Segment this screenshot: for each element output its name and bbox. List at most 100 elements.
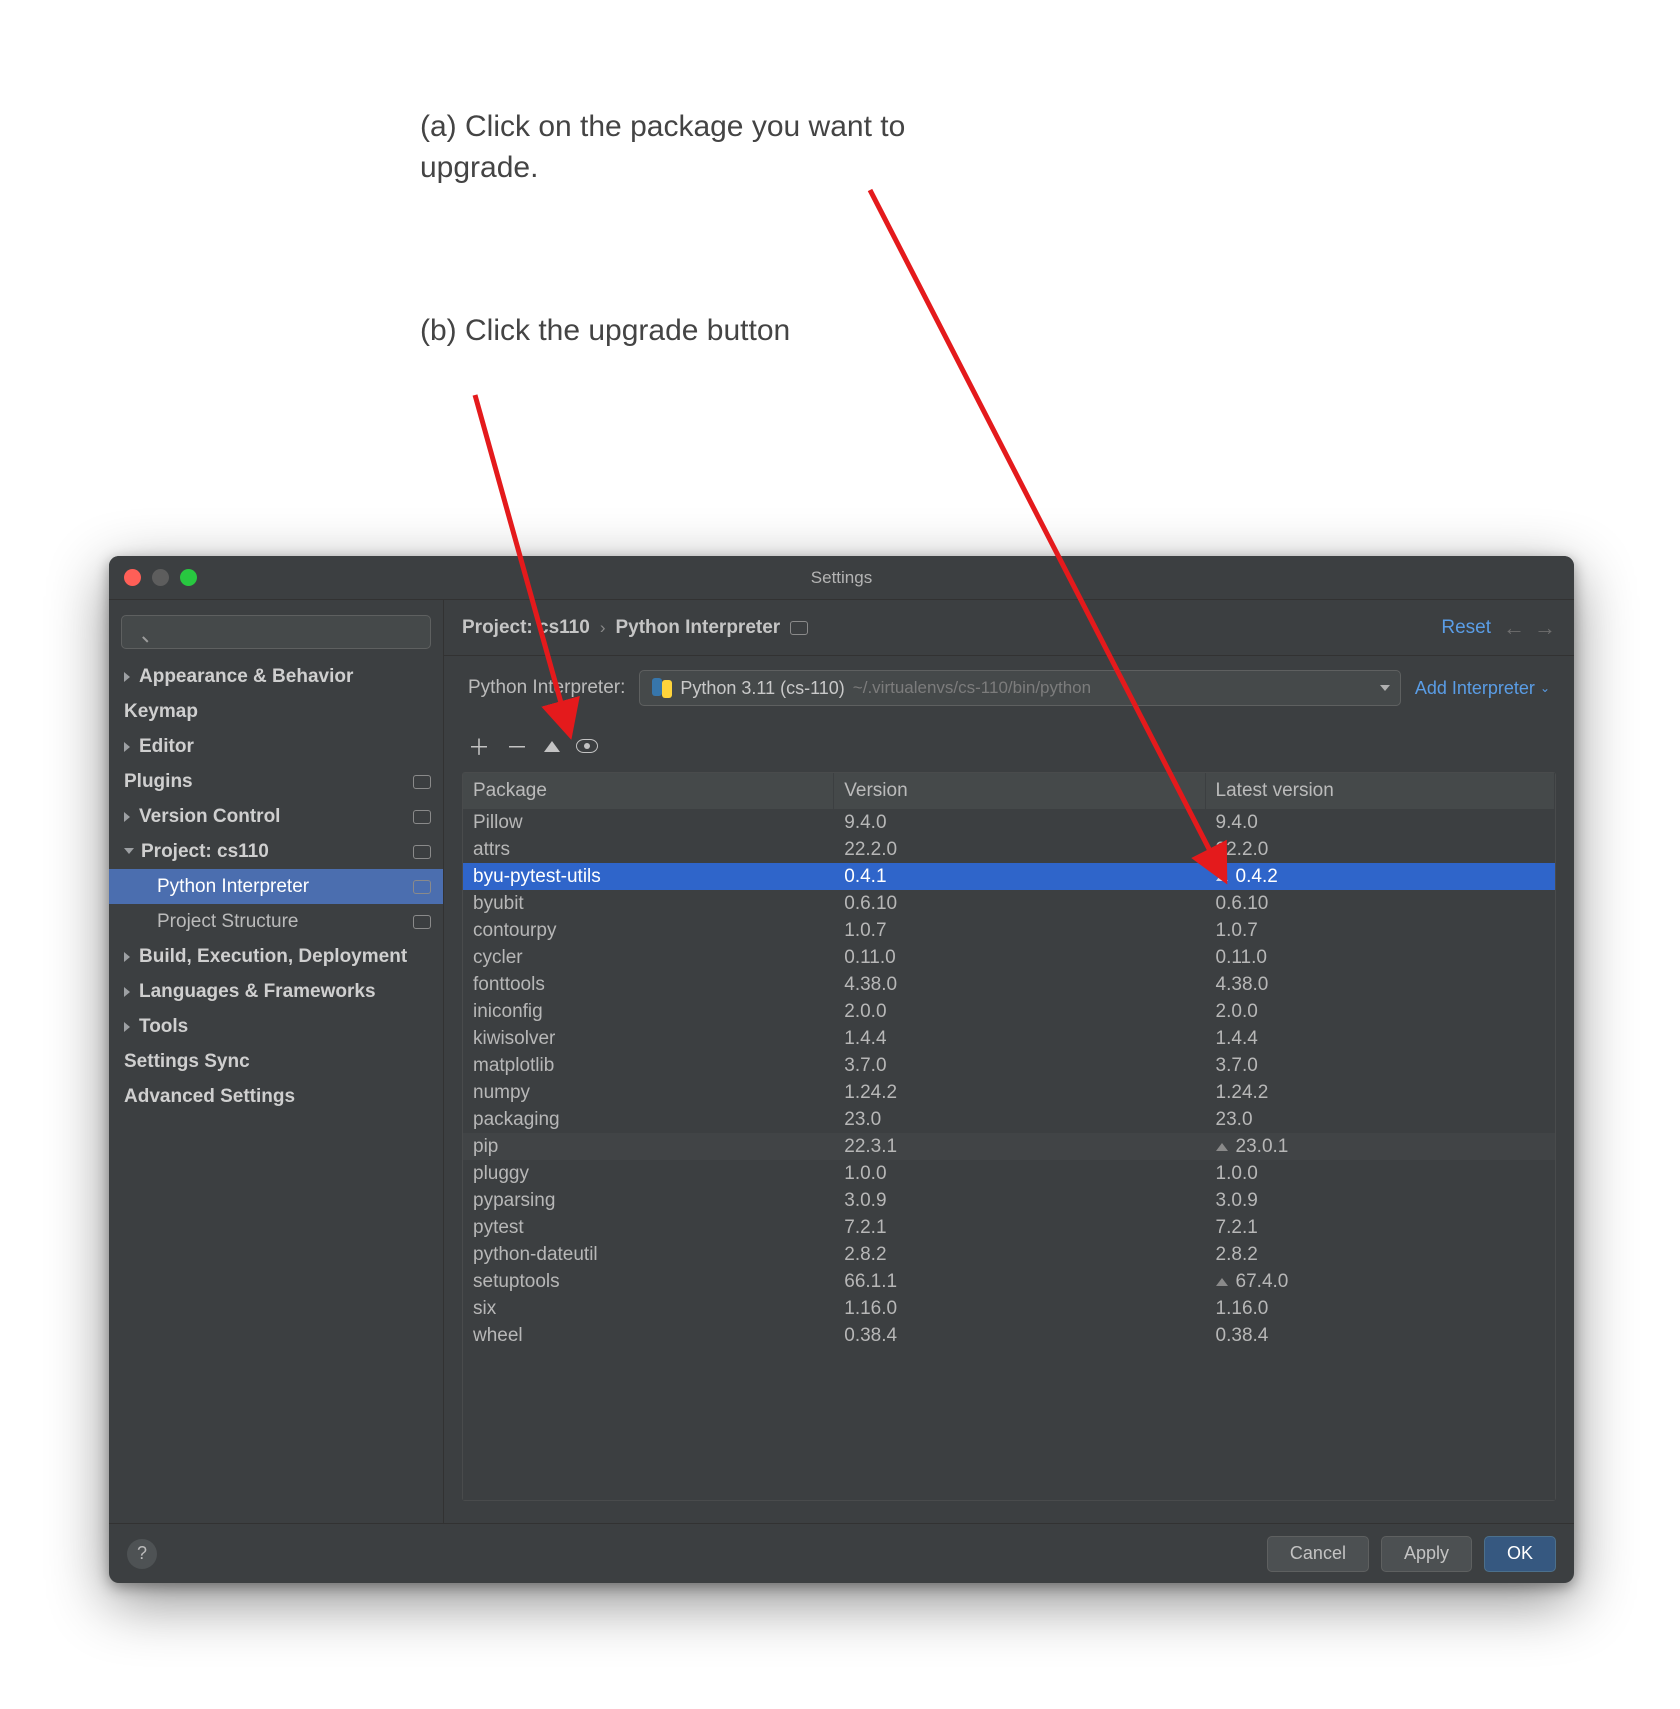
search-input[interactable] [121, 615, 431, 649]
sidebar-item[interactable]: Settings Sync [109, 1044, 443, 1079]
project-scope-icon [413, 810, 431, 824]
latest-label: 2.0.0 [1216, 1001, 1258, 1023]
cell-latest: 1.0.0 [1206, 1160, 1555, 1187]
header-version[interactable]: Version [834, 773, 1205, 809]
sidebar-item[interactable]: Appearance & Behavior [109, 659, 443, 694]
breadcrumb: Project: cs110 › Python Interpreter Rese… [444, 600, 1574, 656]
cell-version: 1.16.0 [834, 1295, 1205, 1322]
maximize-button[interactable] [180, 569, 197, 586]
table-row[interactable]: fonttools4.38.04.38.0 [463, 971, 1555, 998]
package-toolbar: ＋ － [444, 716, 1574, 768]
sidebar-item[interactable]: Plugins [109, 764, 443, 799]
sidebar-item[interactable]: Keymap [109, 694, 443, 729]
cell-package: fonttools [463, 971, 834, 998]
cell-version: 22.3.1 [834, 1133, 1205, 1160]
latest-label: 1.0.7 [1216, 920, 1258, 942]
latest-label: 23.0.1 [1236, 1136, 1289, 1158]
cell-latest: 23.0.1 [1206, 1133, 1555, 1160]
latest-label: 0.6.10 [1216, 893, 1269, 915]
close-button[interactable] [124, 569, 141, 586]
table-row[interactable]: matplotlib3.7.03.7.0 [463, 1052, 1555, 1079]
cell-latest: 1.0.7 [1206, 917, 1555, 944]
settings-tree: Appearance & BehaviorKeymapEditorPlugins… [109, 659, 443, 1523]
table-row[interactable]: iniconfig2.0.02.0.0 [463, 998, 1555, 1025]
chevron-down-icon [1380, 685, 1390, 691]
interpreter-label: Python Interpreter: [468, 677, 625, 699]
table-row[interactable]: Pillow9.4.09.4.0 [463, 809, 1555, 836]
upgrade-package-button[interactable] [544, 741, 560, 752]
sidebar-item[interactable]: Tools [109, 1009, 443, 1044]
table-row[interactable]: setuptools66.1.167.4.0 [463, 1268, 1555, 1295]
sidebar-item[interactable]: Python Interpreter [109, 869, 443, 904]
sidebar-item-label: Languages & Frameworks [139, 981, 376, 1003]
table-row[interactable]: wheel0.38.40.38.4 [463, 1322, 1555, 1349]
latest-label: 9.4.0 [1216, 812, 1258, 834]
ok-button[interactable]: OK [1484, 1536, 1556, 1572]
table-row[interactable]: kiwisolver1.4.41.4.4 [463, 1025, 1555, 1052]
minimize-button[interactable] [152, 569, 169, 586]
cell-latest: 0.38.4 [1206, 1322, 1555, 1349]
table-row[interactable]: six1.16.01.16.0 [463, 1295, 1555, 1322]
table-row[interactable]: packaging23.023.0 [463, 1106, 1555, 1133]
cell-package: kiwisolver [463, 1025, 834, 1052]
help-button[interactable]: ? [127, 1539, 157, 1569]
chevron-right-icon: › [600, 618, 606, 638]
table-row[interactable]: byu-pytest-utils0.4.10.4.2 [463, 863, 1555, 890]
cell-package: numpy [463, 1079, 834, 1106]
add-interpreter-link[interactable]: Add Interpreter ⌄ [1415, 678, 1550, 699]
latest-label: 1.16.0 [1216, 1298, 1269, 1320]
cell-latest: 9.4.0 [1206, 809, 1555, 836]
latest-label: 0.4.2 [1236, 866, 1278, 888]
show-early-releases-button[interactable] [576, 739, 598, 753]
table-row[interactable]: attrs22.2.022.2.0 [463, 836, 1555, 863]
add-package-button[interactable]: ＋ [468, 730, 490, 762]
table-row[interactable]: contourpy1.0.71.0.7 [463, 917, 1555, 944]
table-row[interactable]: numpy1.24.21.24.2 [463, 1079, 1555, 1106]
forward-button[interactable]: → [1534, 615, 1556, 641]
table-row[interactable]: python-dateutil2.8.22.8.2 [463, 1241, 1555, 1268]
sidebar-item[interactable]: Project: cs110 [109, 834, 443, 869]
cancel-button[interactable]: Cancel [1267, 1536, 1369, 1572]
remove-package-button[interactable]: － [506, 730, 528, 762]
dialog-button-bar: ? Cancel Apply OK [109, 1523, 1574, 1583]
upgrade-available-icon [1216, 1278, 1228, 1286]
cell-package: contourpy [463, 917, 834, 944]
sidebar-item-label: Version Control [139, 806, 280, 828]
sidebar-item[interactable]: Languages & Frameworks [109, 974, 443, 1009]
interpreter-select[interactable]: Python 3.11 (cs-110) ~/.virtualenvs/cs-1… [639, 670, 1400, 706]
latest-label: 1.4.4 [1216, 1028, 1258, 1050]
table-row[interactable]: cycler0.11.00.11.0 [463, 944, 1555, 971]
breadcrumb-project[interactable]: Project: cs110 [462, 617, 590, 639]
table-row[interactable]: pyparsing3.0.93.0.9 [463, 1187, 1555, 1214]
cell-version: 22.2.0 [834, 836, 1205, 863]
sidebar-item[interactable]: Project Structure [109, 904, 443, 939]
sidebar-item-label: Advanced Settings [124, 1086, 295, 1108]
header-package[interactable]: Package [463, 773, 834, 809]
table-row[interactable]: pytest7.2.17.2.1 [463, 1214, 1555, 1241]
sidebar-item[interactable]: Version Control [109, 799, 443, 834]
table-row[interactable]: pluggy1.0.01.0.0 [463, 1160, 1555, 1187]
cell-version: 9.4.0 [834, 809, 1205, 836]
apply-button[interactable]: Apply [1381, 1536, 1472, 1572]
upgrade-available-icon [1216, 873, 1228, 881]
packages-header: Package Version Latest version [463, 773, 1555, 809]
cell-latest: 0.6.10 [1206, 890, 1555, 917]
cell-package: python-dateutil [463, 1241, 834, 1268]
sidebar-item[interactable]: Editor [109, 729, 443, 764]
cell-version: 66.1.1 [834, 1268, 1205, 1295]
packages-table: Package Version Latest version Pillow9.4… [462, 772, 1556, 1501]
cell-version: 1.4.4 [834, 1025, 1205, 1052]
header-latest[interactable]: Latest version [1206, 773, 1555, 809]
table-row[interactable]: byubit0.6.100.6.10 [463, 890, 1555, 917]
table-row[interactable]: pip22.3.123.0.1 [463, 1133, 1555, 1160]
cell-latest: 67.4.0 [1206, 1268, 1555, 1295]
sidebar-item-label: Settings Sync [124, 1051, 250, 1073]
back-button[interactable]: ← [1503, 615, 1525, 641]
sidebar-item[interactable]: Advanced Settings [109, 1079, 443, 1114]
cell-latest: 3.0.9 [1206, 1187, 1555, 1214]
reset-link[interactable]: Reset [1441, 617, 1491, 639]
cell-version: 3.0.9 [834, 1187, 1205, 1214]
sidebar-item[interactable]: Build, Execution, Deployment [109, 939, 443, 974]
cell-latest: 0.11.0 [1206, 944, 1555, 971]
cell-latest: 1.4.4 [1206, 1025, 1555, 1052]
